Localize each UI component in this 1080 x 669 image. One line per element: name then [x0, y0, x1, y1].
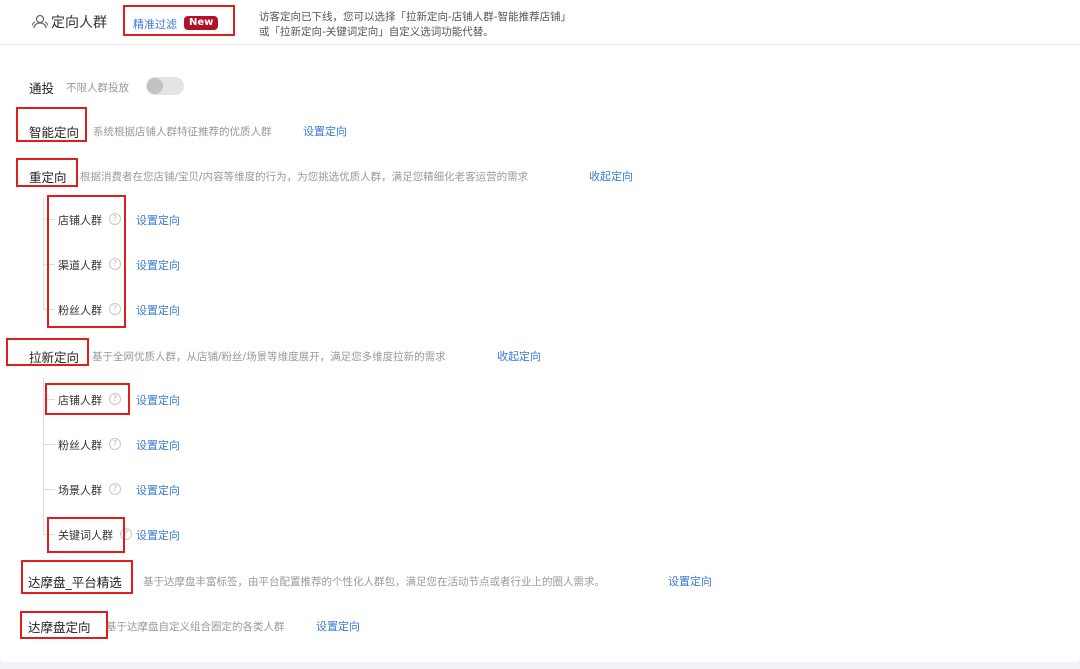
acquire-item-keyword-label: 关键词人群	[58, 529, 113, 542]
crowd-icon	[31, 13, 49, 31]
acquire-label: 拉新定向	[29, 350, 80, 365]
retarget-item-fans-set-link[interactable]: 设置定向	[136, 302, 180, 318]
help-icon[interactable]: ?	[109, 303, 121, 315]
acquire-tree-line	[43, 378, 44, 534]
tree-branch	[43, 489, 55, 490]
damopan-desc: 基于达摩盘自定义组合圈定的各类人群	[106, 621, 285, 633]
help-icon[interactable]: ?	[109, 438, 121, 450]
smart-targeting-desc: 系统根据店铺人群特征推荐的优质人群	[93, 126, 272, 138]
damopan-set-link[interactable]: 设置定向	[316, 618, 360, 634]
retarget-collapse-link[interactable]: 收起定向	[589, 168, 633, 184]
targeting-panel: 定向人群 精准过滤 New 访客定向已下线，您可以选择「拉新定向-店铺人群-智能…	[0, 0, 1080, 662]
acquire-item-store-set-link[interactable]: 设置定向	[136, 392, 180, 408]
tongtou-label: 通投	[29, 81, 55, 96]
retarget-item-fans-label: 粉丝人群	[58, 304, 102, 317]
acquire-collapse-link[interactable]: 收起定向	[497, 348, 541, 364]
damopan-platform-set-link[interactable]: 设置定向	[668, 573, 712, 589]
page-title: 定向人群	[51, 15, 107, 31]
header-divider	[0, 44, 1080, 45]
smart-targeting-label: 智能定向	[29, 125, 80, 140]
retarget-label: 重定向	[29, 170, 67, 185]
retarget-desc: 根据消费者在您店铺/宝贝/内容等维度的行为，为您挑选优质人群，满足您精细化老客运…	[80, 171, 529, 183]
tree-branch	[43, 309, 55, 310]
new-badge: New	[184, 16, 219, 30]
retarget-item-channel-set-link[interactable]: 设置定向	[136, 257, 180, 273]
help-icon[interactable]: ?	[109, 483, 121, 495]
help-icon[interactable]: ?	[109, 393, 121, 405]
acquire-item-fans-label: 粉丝人群	[58, 439, 102, 452]
tree-branch	[43, 399, 55, 400]
help-icon[interactable]: ?	[109, 213, 121, 225]
tongtou-toggle[interactable]	[146, 77, 184, 95]
acquire-item-scene-label: 场景人群	[58, 484, 102, 497]
smart-targeting-set-link[interactable]: 设置定向	[303, 123, 347, 139]
tree-branch	[43, 534, 55, 535]
retarget-item-store-set-link[interactable]: 设置定向	[136, 212, 180, 228]
damopan-platform-label: 达摩盘_平台精选	[28, 575, 122, 590]
tree-branch	[43, 444, 55, 445]
acquire-item-fans-set-link[interactable]: 设置定向	[136, 437, 180, 453]
tree-branch	[43, 219, 55, 220]
help-icon[interactable]: ?	[109, 258, 121, 270]
retarget-item-channel-label: 渠道人群	[58, 259, 102, 272]
notice-line-2: 或「拉新定向-关键词定向」自定义选词功能代替。	[259, 26, 494, 38]
damopan-label: 达摩盘定向	[28, 620, 91, 635]
acquire-desc: 基于全网优质人群，从店铺/粉丝/场景等维度展开，满足您多维度拉新的需求	[92, 351, 446, 363]
damopan-platform-desc: 基于达摩盘丰富标签，由平台配置推荐的个性化人群包，满足您在活动节点或者行业上的圈…	[143, 576, 605, 588]
help-icon[interactable]: ?	[120, 528, 132, 540]
retarget-tree-line	[43, 198, 44, 309]
acquire-item-scene-set-link[interactable]: 设置定向	[136, 482, 180, 498]
retarget-item-store-label: 店铺人群	[58, 214, 102, 227]
tongtou-desc: 不限人群投放	[66, 82, 129, 94]
acquire-item-keyword-set-link[interactable]: 设置定向	[136, 527, 180, 543]
notice-line-1: 访客定向已下线，您可以选择「拉新定向-店铺人群-智能推荐店铺」	[259, 11, 572, 23]
acquire-item-store-label: 店铺人群	[58, 394, 102, 407]
toggle-knob	[147, 78, 163, 94]
tree-branch	[43, 264, 55, 265]
precise-filter-link[interactable]: 精准过滤	[133, 16, 177, 32]
